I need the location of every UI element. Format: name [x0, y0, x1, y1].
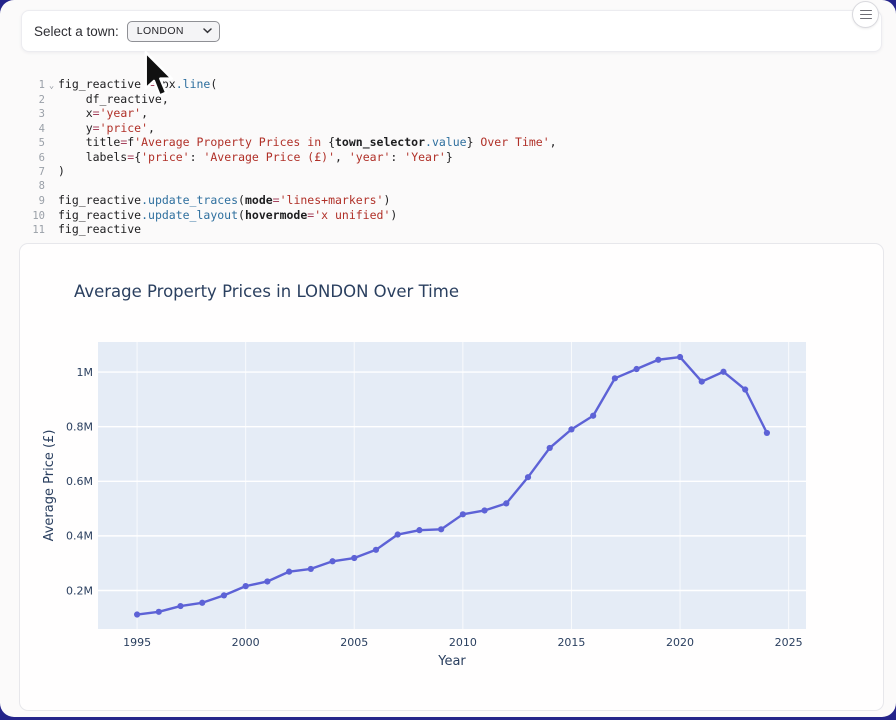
data-point-marker: [634, 366, 640, 372]
code-line[interactable]: 7): [21, 164, 877, 179]
line-number: 1: [21, 78, 45, 93]
code-line[interactable]: 9 fig_reactive.update_traces(mode='lines+…: [21, 193, 877, 208]
town-select-dropdown[interactable]: LONDON: [127, 21, 220, 42]
code-text: ): [58, 164, 877, 179]
town-selector-bar: Select a town: LONDON: [21, 10, 882, 52]
hamburger-menu-icon: [860, 10, 872, 20]
mouse-cursor-icon: [142, 51, 178, 101]
data-point-marker: [742, 386, 748, 392]
code-text: y='price',: [58, 121, 877, 136]
code-text: fig_reactive.update_traces(mode='lines+m…: [58, 193, 877, 208]
code-line[interactable]: 8: [21, 179, 877, 194]
code-text: df_reactive,: [58, 92, 877, 107]
data-point-marker: [329, 558, 335, 564]
line-number: 5: [21, 136, 45, 151]
line-number: 6: [21, 151, 45, 166]
line-number: 7: [21, 165, 45, 180]
data-point-marker: [503, 500, 509, 506]
data-point-marker: [221, 592, 227, 598]
x-tick-label: 2005: [340, 636, 368, 649]
data-point-marker: [547, 445, 553, 451]
data-point-marker: [264, 578, 270, 584]
data-point-marker: [655, 357, 661, 363]
data-point-marker: [156, 609, 162, 615]
code-text: fig_reactive: [58, 222, 877, 237]
data-point-marker: [699, 378, 705, 384]
code-line[interactable]: 11 fig_reactive: [21, 222, 877, 237]
y-tick-label: 0.8M: [66, 420, 93, 433]
y-axis-title: Average Price (£): [42, 430, 57, 542]
line-number: 10: [21, 209, 45, 224]
data-point-marker: [590, 413, 596, 419]
data-point-marker: [134, 611, 140, 617]
data-point-marker: [286, 569, 292, 575]
data-point-marker: [177, 603, 183, 609]
code-text: labels={'price': 'Average Price (£)', 'y…: [58, 150, 877, 165]
y-tick-label: 0.2M: [66, 584, 93, 597]
data-point-marker: [568, 426, 574, 432]
y-tick-label: 0.4M: [66, 530, 93, 543]
data-point-marker: [460, 511, 466, 517]
code-line[interactable]: 4 y='price',: [21, 121, 877, 136]
x-tick-label: 1995: [123, 636, 151, 649]
x-tick-label: 2000: [232, 636, 260, 649]
data-point-marker: [438, 526, 444, 532]
plot-area: [98, 342, 806, 629]
code-text: fig_reactive = px.line(: [58, 77, 877, 92]
town-selector-label: Select a town:: [34, 24, 119, 39]
line-number: 9: [21, 194, 45, 209]
line-number: 3: [21, 107, 45, 122]
app-page: Select a town: LONDON 1⌄fig_reactive = p…: [0, 0, 896, 717]
data-point-marker: [199, 600, 205, 606]
data-point-marker: [720, 369, 726, 375]
data-point-marker: [243, 583, 249, 589]
y-tick-label: 0.6M: [66, 475, 93, 488]
code-line[interactable]: 6 labels={'price': 'Average Price (£)', …: [21, 150, 877, 165]
data-point-marker: [308, 566, 314, 572]
data-point-marker: [351, 555, 357, 561]
chart-output-card: 1995 2000 2005 2010 2015 2020 2025 0.2M 0.4M 0.6M…: [19, 243, 884, 711]
code-text: fig_reactive.update_layout(hovermode='x …: [58, 208, 877, 223]
code-text: title=f'Average Property Prices in {town…: [58, 135, 877, 150]
data-point-marker: [677, 354, 683, 360]
chart-title: Average Property Prices in LONDON Over T…: [74, 282, 459, 301]
x-tick-label: 2010: [449, 636, 477, 649]
data-point-marker: [481, 507, 487, 513]
line-number: 4: [21, 122, 45, 137]
town-select-value: LONDON: [137, 25, 184, 37]
line-number: 2: [21, 93, 45, 108]
data-point-marker: [373, 547, 379, 553]
x-tick-label: 2025: [775, 636, 803, 649]
code-line[interactable]: 3 x='year',: [21, 106, 877, 121]
line-number: 8: [21, 179, 45, 194]
x-tick-label: 2015: [557, 636, 585, 649]
line-number: 11: [21, 223, 45, 238]
data-point-marker: [612, 375, 618, 381]
property-price-line-chart[interactable]: 1995 2000 2005 2010 2015 2020 2025 0.2M 0.4M 0.6M…: [20, 244, 883, 710]
y-tick-label: 1M: [77, 366, 94, 379]
data-point-marker: [416, 527, 422, 533]
fold-chevron-icon[interactable]: ⌄: [45, 79, 58, 94]
code-text: x='year',: [58, 106, 877, 121]
chevron-down-icon: [203, 28, 212, 34]
code-line[interactable]: 5 title=f'Average Property Prices in {to…: [21, 135, 877, 150]
code-line[interactable]: 10 fig_reactive.update_layout(hovermode='…: [21, 208, 877, 223]
data-point-marker: [395, 531, 401, 537]
x-tick-label: 2020: [666, 636, 694, 649]
menu-button[interactable]: [852, 1, 879, 28]
x-axis-title: Year: [437, 654, 466, 669]
data-point-marker: [525, 474, 531, 480]
data-point-marker: [764, 430, 770, 436]
